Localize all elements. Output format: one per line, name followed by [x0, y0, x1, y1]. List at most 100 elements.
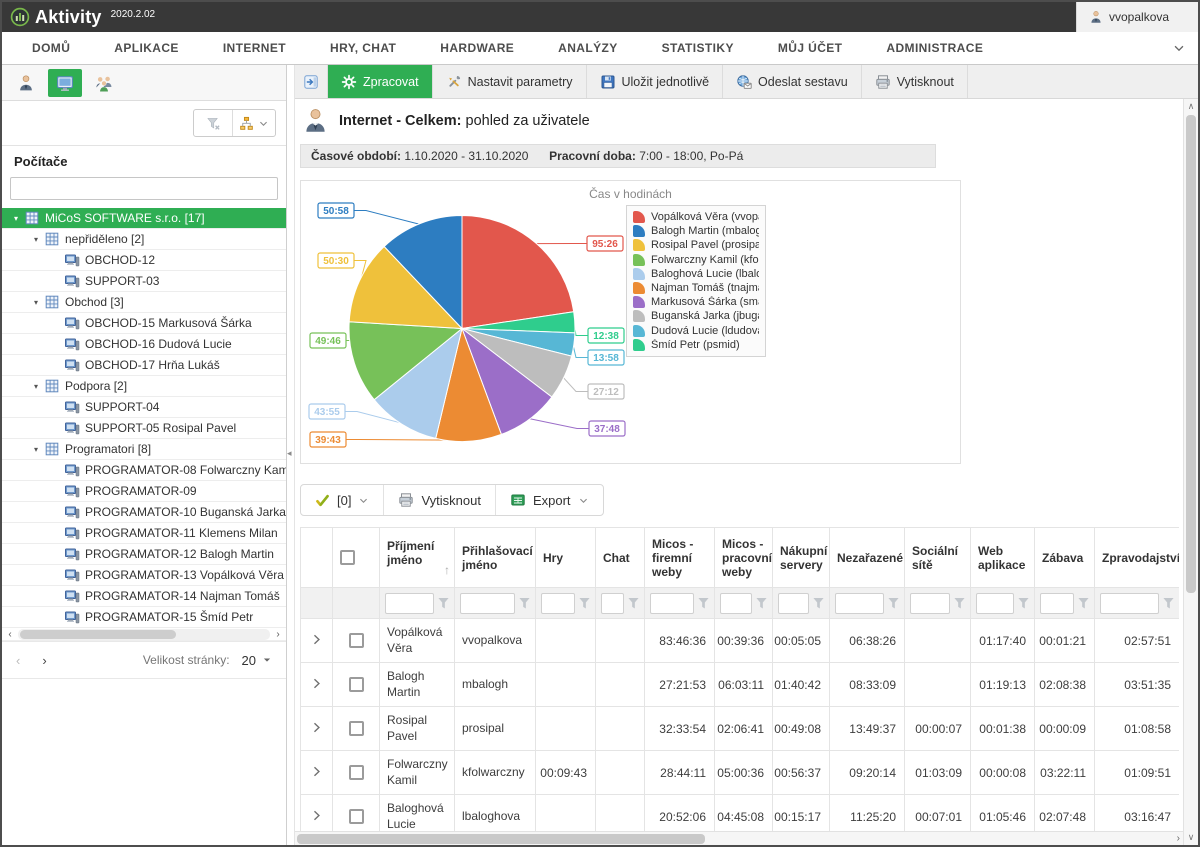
- column-header[interactable]: Sociální sítě: [905, 528, 971, 588]
- filter-funnel-icon[interactable]: [438, 598, 449, 609]
- page-size-chevron-icon[interactable]: [262, 655, 272, 665]
- tree-expander-icon[interactable]: ▾: [28, 235, 44, 244]
- filter-funnel-icon[interactable]: [1163, 598, 1174, 609]
- tree-expander-icon[interactable]: ▾: [28, 298, 44, 307]
- page-size-value[interactable]: 20: [242, 653, 256, 668]
- panel-splitter[interactable]: ◂: [287, 65, 295, 845]
- menu-item-statistiky[interactable]: STATISTIKY: [640, 41, 756, 55]
- save-individually-button[interactable]: Uložit jednotlivě: [587, 65, 724, 98]
- user-menu[interactable]: vvopalkova: [1076, 2, 1198, 32]
- filter-funnel-icon[interactable]: [756, 598, 767, 609]
- tab-users[interactable]: [9, 69, 43, 97]
- row-expand-button[interactable]: [301, 795, 333, 832]
- menu-item-hardware[interactable]: HARDWARE: [418, 41, 536, 55]
- row-checkbox[interactable]: [349, 633, 364, 648]
- tree-node[interactable]: PROGRAMATOR-08 Folwarczny Kamil: [2, 460, 286, 481]
- tree-node[interactable]: PROGRAMATOR-13 Vopálková Věra: [2, 565, 286, 586]
- column-header[interactable]: Nákupní servery: [773, 528, 830, 588]
- structure-view-button[interactable]: [232, 110, 275, 136]
- tab-computers[interactable]: [48, 69, 82, 97]
- column-header[interactable]: Chat: [596, 528, 645, 588]
- tab-groups[interactable]: [87, 69, 121, 97]
- tree-node[interactable]: SUPPORT-03: [2, 271, 286, 292]
- column-header[interactable]: Zábava: [1035, 528, 1095, 588]
- tree-node[interactable]: ▾nepřiděleno [2]: [2, 229, 286, 250]
- row-expand-button[interactable]: [301, 619, 333, 663]
- column-filter-input[interactable]: [720, 593, 752, 614]
- column-header[interactable]: Micos -pracovní weby: [715, 528, 773, 588]
- tree-node[interactable]: ▾Programatori [8]: [2, 439, 286, 460]
- tree-node[interactable]: ▾MiCoS SOFTWARE s.r.o. [17]: [2, 208, 286, 229]
- filter-funnel-icon[interactable]: [1078, 598, 1089, 609]
- column-header[interactable]: Hry: [536, 528, 596, 588]
- collapse-panel-icon[interactable]: ◂: [287, 448, 292, 459]
- tree-node[interactable]: SUPPORT-04: [2, 397, 286, 418]
- dock-panel-button[interactable]: [295, 65, 328, 98]
- tree-node[interactable]: PROGRAMATOR-15 Šmíd Petr: [2, 607, 286, 628]
- column-filter-input[interactable]: [385, 593, 434, 614]
- pie-slice[interactable]: [462, 216, 574, 329]
- tree-node[interactable]: OBCHOD-15 Markusová Šárka: [2, 313, 286, 334]
- scroll-right-icon[interactable]: ›: [270, 628, 286, 641]
- column-filter-input[interactable]: [976, 593, 1014, 614]
- filter-funnel-icon[interactable]: [519, 598, 530, 609]
- tree-node[interactable]: PROGRAMATOR-09: [2, 481, 286, 502]
- column-header[interactable]: Nezařazené: [830, 528, 905, 588]
- print-button[interactable]: Vytisknout: [862, 65, 968, 98]
- scroll-up-icon[interactable]: ∧: [1184, 101, 1198, 112]
- sidebar-scroll-thumb[interactable]: [20, 630, 176, 639]
- filter-funnel-icon[interactable]: [698, 598, 709, 609]
- menu-item-aplikace[interactable]: APLIKACE: [92, 41, 201, 55]
- row-checkbox[interactable]: [349, 677, 364, 692]
- pager-next-icon[interactable]: ›: [42, 653, 46, 668]
- row-expand-button[interactable]: [301, 751, 333, 795]
- row-checkbox[interactable]: [349, 809, 364, 824]
- tree-expander-icon[interactable]: ▾: [28, 445, 44, 454]
- filter-funnel-icon[interactable]: [579, 598, 590, 609]
- print-table-button[interactable]: Vytisknout: [383, 485, 495, 515]
- column-filter-input[interactable]: [1040, 593, 1074, 614]
- vertical-scrollbar[interactable]: ∧ ∨: [1183, 99, 1198, 845]
- sidebar-scroll-track[interactable]: [18, 629, 270, 640]
- row-checkbox[interactable]: [349, 721, 364, 736]
- tree-node[interactable]: ▾Podpora [2]: [2, 376, 286, 397]
- column-filter-input[interactable]: [835, 593, 884, 614]
- vertical-scroll-thumb[interactable]: [1186, 115, 1196, 593]
- batch-select-button[interactable]: [0]: [301, 485, 383, 515]
- column-filter-input[interactable]: [1100, 593, 1159, 614]
- scroll-left-icon[interactable]: ‹: [2, 628, 18, 641]
- filter-funnel-icon[interactable]: [628, 598, 639, 609]
- menu-item-anal-zy[interactable]: ANALÝZY: [536, 41, 639, 55]
- tree-node[interactable]: OBCHOD-16 Dudová Lucie: [2, 334, 286, 355]
- column-filter-input[interactable]: [650, 593, 694, 614]
- pager-previous-icon[interactable]: ‹: [16, 653, 20, 668]
- column-header[interactable]: Přihlašovací jméno: [455, 528, 536, 588]
- menu-item-dom-[interactable]: DOMŮ: [10, 41, 92, 55]
- tree-node[interactable]: PROGRAMATOR-11 Klemens Milan: [2, 523, 286, 544]
- send-report-button[interactable]: Odeslat sestavu: [723, 65, 862, 98]
- tree-node[interactable]: PROGRAMATOR-10 Buganská Jarka: [2, 502, 286, 523]
- column-header[interactable]: Příjmení jméno↑: [380, 528, 455, 588]
- filter-funnel-icon[interactable]: [888, 598, 899, 609]
- process-button[interactable]: Zpracovat: [328, 65, 433, 98]
- horizontal-scrollbar[interactable]: ›: [295, 831, 1183, 845]
- column-filter-input[interactable]: [910, 593, 950, 614]
- column-filter-input[interactable]: [601, 593, 624, 614]
- menu-chevron-down-icon[interactable]: [1172, 41, 1186, 55]
- select-all-checkbox[interactable]: [340, 550, 355, 565]
- column-header[interactable]: Micos -firemní weby: [645, 528, 715, 588]
- scroll-right-icon[interactable]: ›: [1177, 832, 1180, 845]
- menu-item-hry-chat[interactable]: HRY, CHAT: [308, 41, 418, 55]
- tree-node[interactable]: OBCHOD-12: [2, 250, 286, 271]
- column-filter-input[interactable]: [460, 593, 515, 614]
- column-filter-input[interactable]: [778, 593, 809, 614]
- filter-funnel-icon[interactable]: [954, 598, 965, 609]
- filter-funnel-icon[interactable]: [1018, 598, 1029, 609]
- column-filter-input[interactable]: [541, 593, 575, 614]
- export-button[interactable]: Export: [495, 485, 603, 515]
- menu-item-m-j-et[interactable]: MŮJ ÚČET: [756, 41, 865, 55]
- set-parameters-button[interactable]: Nastavit parametry: [433, 65, 587, 98]
- tree-node[interactable]: ▾Obchod [3]: [2, 292, 286, 313]
- row-checkbox[interactable]: [349, 765, 364, 780]
- tree-expander-icon[interactable]: ▾: [8, 214, 24, 223]
